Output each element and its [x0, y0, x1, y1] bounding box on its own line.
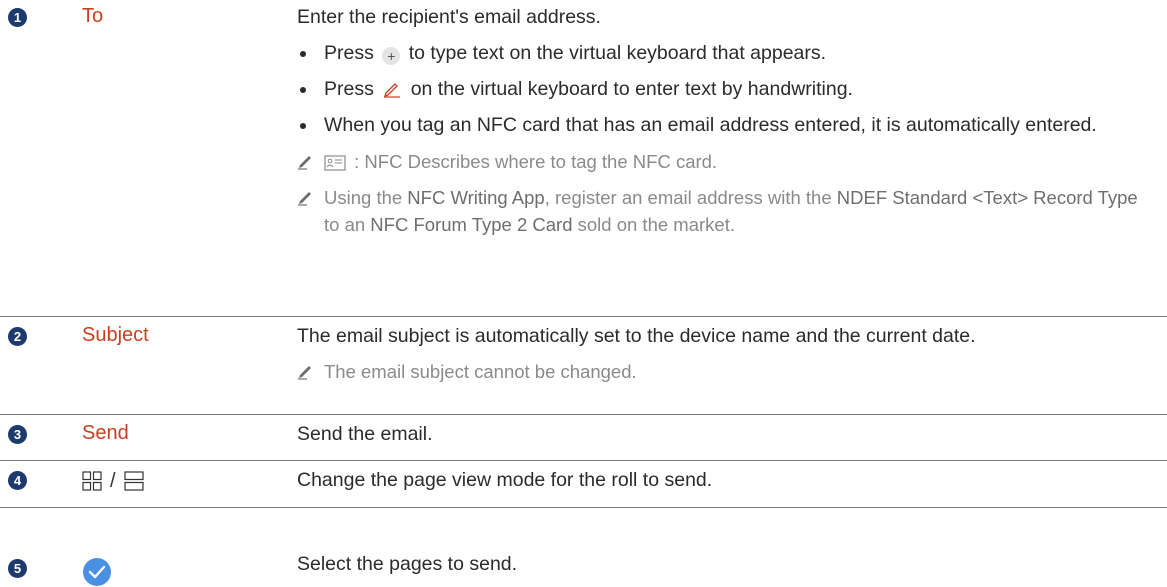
- nfc-card-icon: [324, 155, 346, 171]
- subject-main-text: The email subject is automatically set t…: [297, 325, 976, 347]
- divider: [0, 507, 1167, 508]
- step-number-1: 1: [8, 8, 27, 27]
- bullet-1-after: to type text on the virtual keyboard tha…: [408, 42, 827, 64]
- divider: [0, 316, 1167, 317]
- note-2-part: , register an email address with the: [544, 187, 837, 208]
- grid-view-icon: [82, 471, 102, 491]
- step-number-5: 5: [8, 559, 27, 578]
- select-pages-description: Select the pages to send.: [297, 553, 518, 575]
- to-main-text: Enter the recipient's email address.: [297, 6, 601, 28]
- send-description: Send the email.: [297, 423, 433, 445]
- step-number-3: 3: [8, 425, 27, 444]
- to-bullet-2: Press on the virtual keyboard to enter t…: [297, 76, 1157, 103]
- bullet-2-before: Press: [324, 78, 374, 100]
- label-to: To: [82, 5, 104, 27]
- label-subject: Subject: [82, 324, 149, 346]
- subject-note-text: The email subject cannot be changed.: [324, 361, 637, 382]
- step-number-2: 2: [8, 327, 27, 346]
- subject-note: The email subject cannot be changed.: [297, 358, 1157, 385]
- nfc-writing-app-term: NFC Writing App: [407, 187, 545, 208]
- bullet-1-before: Press: [324, 42, 374, 64]
- to-description: Enter the recipient's email address. Pre…: [297, 4, 1157, 238]
- step-number-4: 4: [8, 471, 27, 490]
- to-bullet-3: When you tag an NFC card that has an ema…: [297, 112, 1157, 139]
- note-2-part: sold on the market.: [572, 214, 735, 235]
- view-mode-icons: /: [82, 468, 144, 494]
- view-mode-description: Change the page view mode for the roll t…: [297, 469, 713, 491]
- to-bullet-1: Press + to type text on the virtual keyb…: [297, 40, 1157, 67]
- bullet-2-after: on the virtual keyboard to enter text by…: [410, 78, 853, 100]
- ndef-record-type-term: NDEF Standard <Text> Record Type: [836, 187, 1138, 208]
- plus-icon: +: [382, 47, 401, 65]
- to-note-1: : NFC Describes where to tag the NFC car…: [297, 148, 1157, 175]
- check-circle-icon: [83, 558, 111, 586]
- note-pencil-icon: [298, 192, 311, 206]
- divider: [0, 460, 1167, 461]
- note-pencil-icon: [298, 366, 311, 380]
- note-1-text: : NFC Describes where to tag the NFC car…: [354, 151, 718, 172]
- to-note-2: Using the NFC Writing App, register an e…: [297, 184, 1157, 238]
- nfc-forum-card-term: NFC Forum Type 2 Card: [370, 214, 573, 235]
- pen-icon: [384, 83, 401, 98]
- label-send: Send: [82, 422, 129, 444]
- list-view-icon: [123, 471, 144, 491]
- view-mode-separator: /: [110, 469, 116, 492]
- divider: [0, 414, 1167, 415]
- note-2-part: to an: [324, 214, 371, 235]
- note-pencil-icon: [298, 156, 311, 170]
- note-2-part: Using the: [324, 187, 408, 208]
- subject-description: The email subject is automatically set t…: [297, 323, 1157, 385]
